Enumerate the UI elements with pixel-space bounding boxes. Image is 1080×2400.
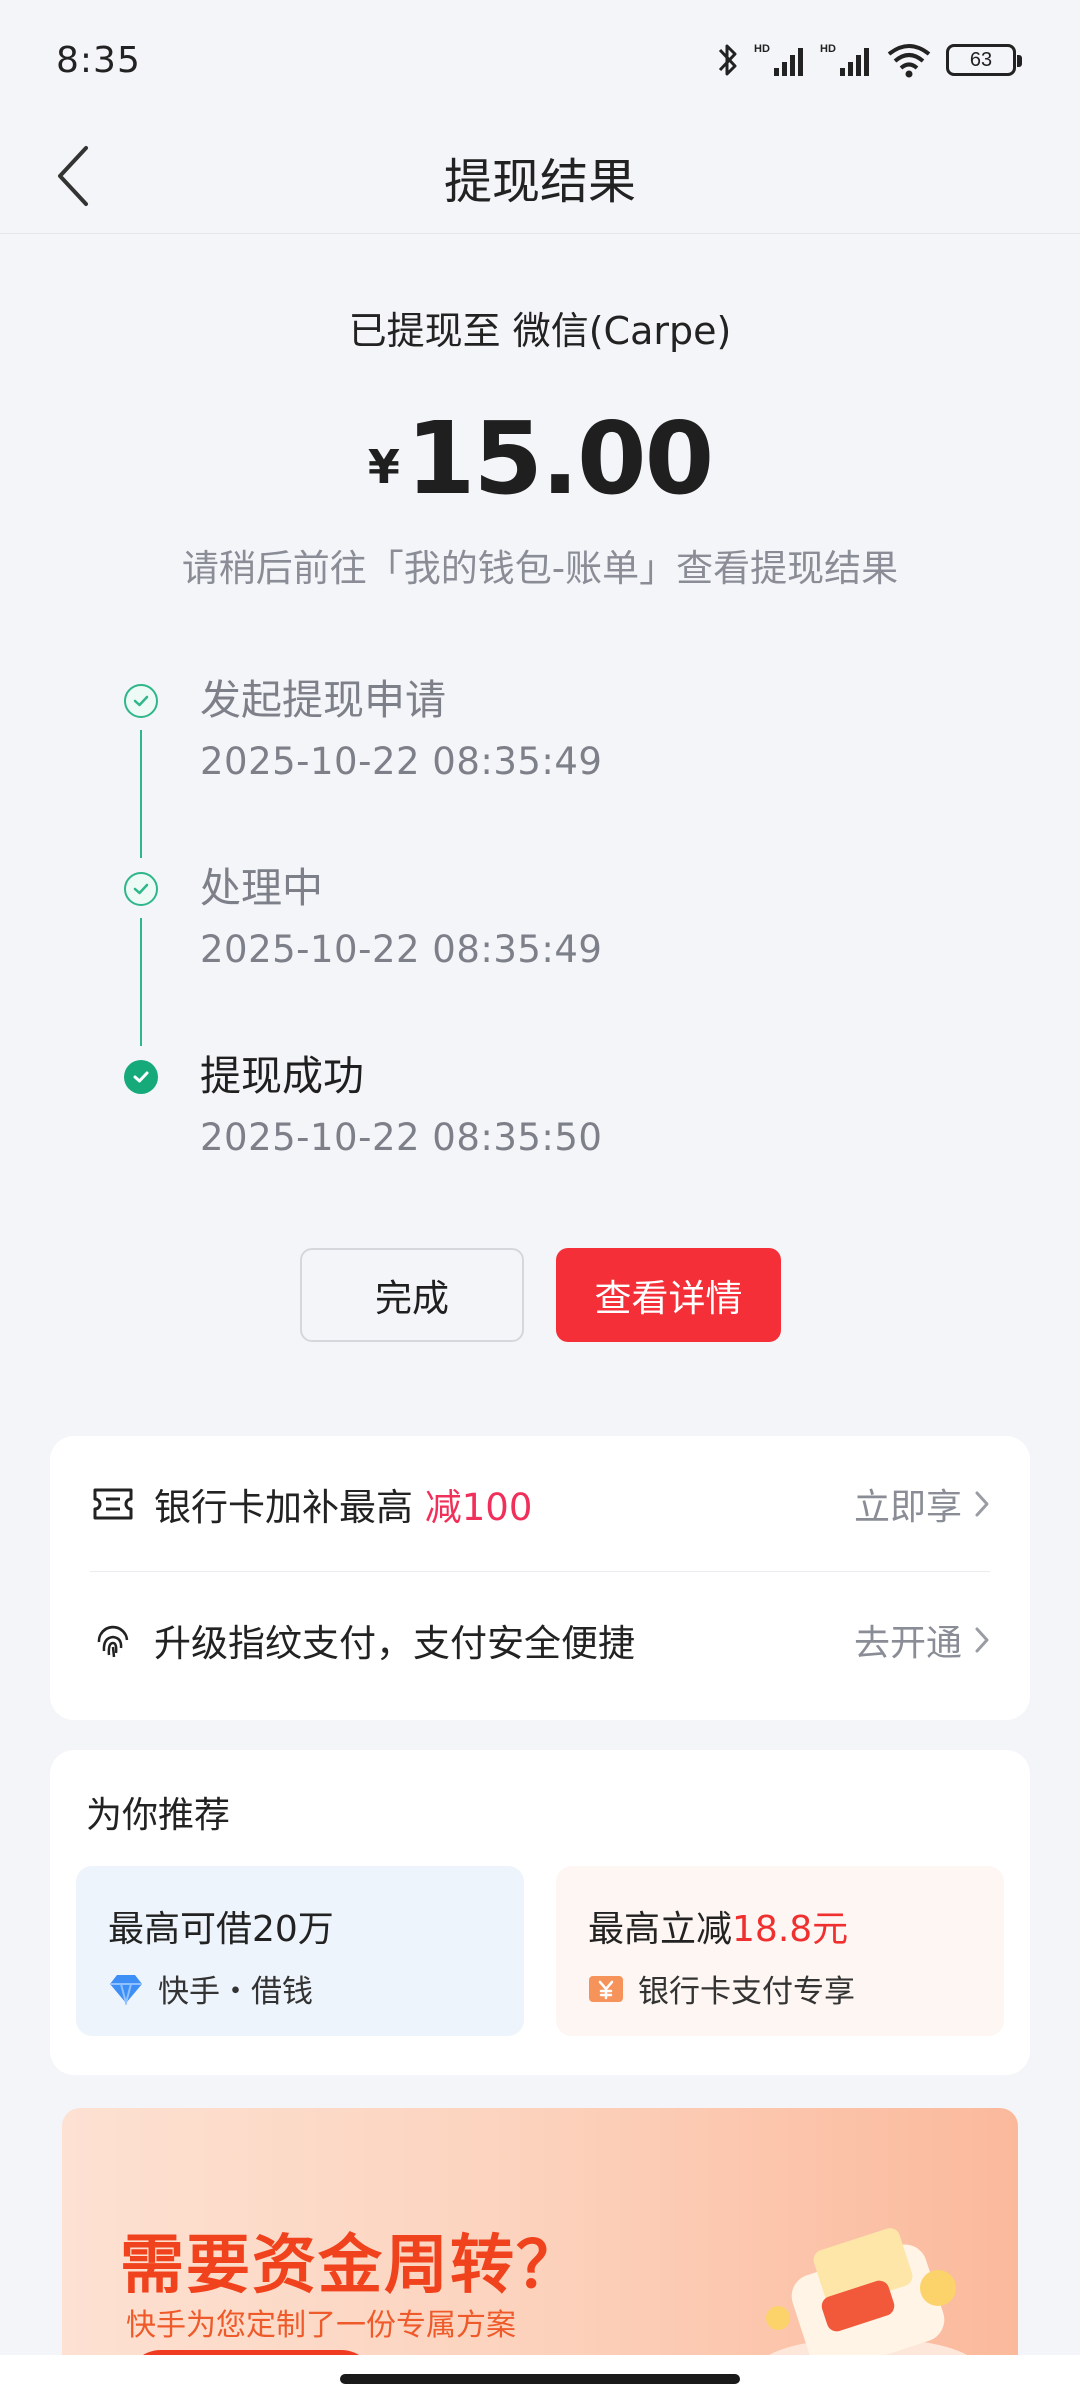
- timeline-connector: [140, 730, 142, 858]
- promo-action-label: 立即享: [853, 1486, 962, 1528]
- view-details-button[interactable]: 查看详情: [556, 1248, 781, 1342]
- withdraw-destination: 已提现至 微信(Carpe): [348, 309, 732, 353]
- amount-value: 15.00: [405, 400, 714, 517]
- promo-action[interactable]: 去开通: [854, 1614, 990, 1666]
- step-title: 提现成功: [200, 1052, 364, 1100]
- page-title: 提现结果: [443, 154, 636, 210]
- signal-hd-icon: HD: [754, 38, 806, 82]
- step-title: 发起提现申请: [200, 676, 446, 724]
- tile-headline: 最高可借20万: [108, 1909, 334, 1950]
- timeline-connector: [140, 918, 142, 1046]
- wifi-icon: [886, 38, 932, 82]
- step-time: 2025-10-22 08:35:50: [200, 1116, 603, 1159]
- banner-subtitle: 快手为您定制了一份专属方案: [126, 2308, 516, 2343]
- nav-bar: 提现结果: [0, 120, 1080, 234]
- step-time: 2025-10-22 08:35:49: [200, 740, 603, 783]
- step-title: 处理中: [200, 864, 323, 912]
- timeline-step: 提现成功 2025-10-22 08:35:50: [120, 1046, 920, 1234]
- diamond-icon: [110, 1974, 142, 2005]
- promo-highlight: 减100: [424, 1485, 533, 1529]
- home-indicator[interactable]: [340, 2374, 740, 2384]
- done-button[interactable]: 完成: [300, 1248, 524, 1342]
- progress-timeline: 发起提现申请 2025-10-22 08:35:49 处理中 2025-10-2…: [120, 670, 920, 1234]
- check-circle-icon: [124, 684, 158, 718]
- check-circle-icon: [124, 872, 158, 906]
- recommend-tile-loan[interactable]: 最高可借20万 快手・借钱: [76, 1866, 524, 2036]
- promo-action[interactable]: 立即享: [854, 1478, 990, 1530]
- bluetooth-icon: [716, 38, 740, 82]
- promo-text: 银行卡加补最高 减100: [154, 1477, 854, 1531]
- svg-text:HD: HD: [820, 43, 836, 55]
- status-time: 8:35: [56, 40, 141, 81]
- tile-subtitle-label: 快手・借钱: [158, 1974, 313, 2010]
- banner-title: 需要资金周转？: [120, 2229, 582, 2303]
- recommend-title: 为你推荐: [86, 1795, 231, 1836]
- promo-row-bank-card[interactable]: 银行卡加补最高 减100 立即享: [90, 1436, 990, 1572]
- check-filled-icon: [124, 1060, 158, 1094]
- step-time: 2025-10-22 08:35:49: [200, 928, 603, 971]
- yuan-coupon-icon: [589, 1975, 623, 2002]
- promo-action-label: 去开通: [853, 1623, 962, 1664]
- timeline-step: 处理中 2025-10-22 08:35:49: [120, 858, 920, 1046]
- svg-text:HD: HD: [754, 43, 770, 55]
- promo-text: 升级指纹支付，支付安全便捷: [154, 1622, 635, 1665]
- status-icons: HD HD 63: [716, 38, 1022, 82]
- recommend-tile-discount[interactable]: 最高立减18.8元 银行卡支付专享: [556, 1866, 1004, 2036]
- timeline-step: 发起提现申请 2025-10-22 08:35:49: [120, 670, 920, 858]
- chevron-right-icon: [975, 1627, 989, 1653]
- promo-label: 银行卡加补最高: [154, 1485, 425, 1529]
- fingerprint-icon: [90, 1617, 136, 1663]
- currency-symbol: ¥: [367, 440, 400, 494]
- promo-card: 银行卡加补最高 减100 立即享 升级指纹支付，支付安全便捷 去开通: [50, 1436, 1030, 1720]
- tile-headline: 最高立减18.8元: [588, 1900, 848, 1952]
- tile-subtitle: 快手・借钱: [108, 1966, 313, 2011]
- withdraw-amount: ¥15.00: [0, 400, 1080, 517]
- status-bar: 8:35 HD HD 63: [0, 0, 1080, 120]
- tile-headline-highlight: 18.8元: [732, 1909, 849, 1950]
- tile-subtitle-label: 银行卡支付专享: [638, 1974, 855, 2010]
- recommend-card: 为你推荐 最高可借20万 快手・借钱 最高立减18.8元 银行卡支付专享: [50, 1750, 1030, 2075]
- tile-headline-label: 最高立减: [588, 1909, 733, 1950]
- battery-icon: 63: [946, 44, 1022, 76]
- tile-subtitle: 银行卡支付专享: [588, 1966, 855, 2011]
- chevron-right-icon: [975, 1491, 989, 1516]
- ticket-icon: [90, 1481, 136, 1527]
- result-hint: 请稍后前往「我的钱包-账单」查看提现结果: [181, 547, 899, 590]
- promo-row-fingerprint[interactable]: 升级指纹支付，支付安全便捷 去开通: [90, 1572, 990, 1708]
- signal-hd-icon: HD: [820, 38, 872, 82]
